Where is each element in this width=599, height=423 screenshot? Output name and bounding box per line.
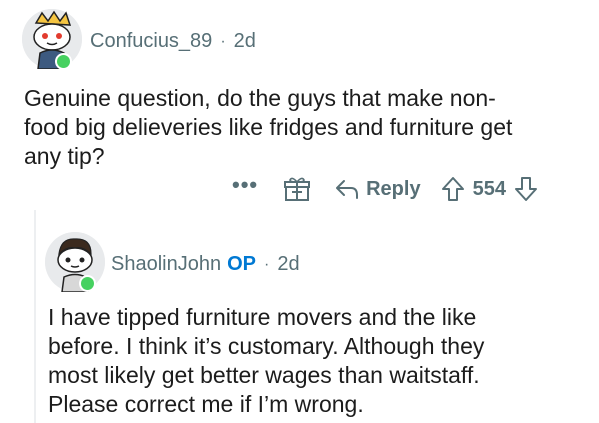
- more-options-button[interactable]: •••: [232, 172, 258, 198]
- comment-body: Genuine question, do the guys that make …: [24, 84, 512, 171]
- comment-line: Genuine question, do the guys that make …: [24, 85, 496, 111]
- comment-meta: Confucius_89 · 2d: [90, 30, 256, 53]
- reply-arrow-icon: [336, 180, 359, 199]
- reply-line: Please correct me if I’m wrong.: [48, 391, 364, 417]
- username[interactable]: Confucius_89: [90, 30, 212, 53]
- comment-line: any tip?: [24, 143, 105, 169]
- online-status-indicator: [55, 53, 72, 70]
- meta-separator: ·: [264, 255, 270, 273]
- thread-line[interactable]: [34, 210, 36, 423]
- reply-button[interactable]: Reply: [334, 177, 421, 201]
- vote-count: 554: [472, 177, 506, 200]
- online-status-indicator: [79, 275, 96, 292]
- upvote-icon[interactable]: [441, 176, 465, 202]
- vote-controls: 554: [441, 176, 538, 202]
- reply-line: before. I think it’s customary. Although…: [48, 333, 485, 359]
- reply-body: I have tipped furniture movers and the l…: [48, 303, 484, 419]
- reply-meta: ShaolinJohn OP · 2d: [111, 253, 300, 276]
- gift-icon[interactable]: [284, 176, 311, 202]
- snoo-avatar-icon: [45, 232, 105, 292]
- meta-separator: ·: [220, 32, 226, 50]
- avatar[interactable]: [45, 232, 105, 292]
- op-badge: OP: [227, 253, 256, 275]
- avatar[interactable]: [22, 9, 82, 70]
- reply-line: I have tipped furniture movers and the l…: [48, 304, 477, 330]
- comment-line: food big delieveries like fridges and fu…: [24, 114, 513, 140]
- snoo-avatar-icon: [22, 9, 82, 69]
- reply-label: Reply: [366, 177, 421, 200]
- reply-line: most likely get better wages than waitst…: [48, 362, 480, 388]
- downvote-icon[interactable]: [514, 176, 538, 202]
- username[interactable]: ShaolinJohn: [111, 253, 221, 276]
- comment-actions: ••• Reply 554: [232, 172, 577, 205]
- comment-age: 2d: [277, 253, 300, 275]
- comment-age: 2d: [233, 30, 256, 52]
